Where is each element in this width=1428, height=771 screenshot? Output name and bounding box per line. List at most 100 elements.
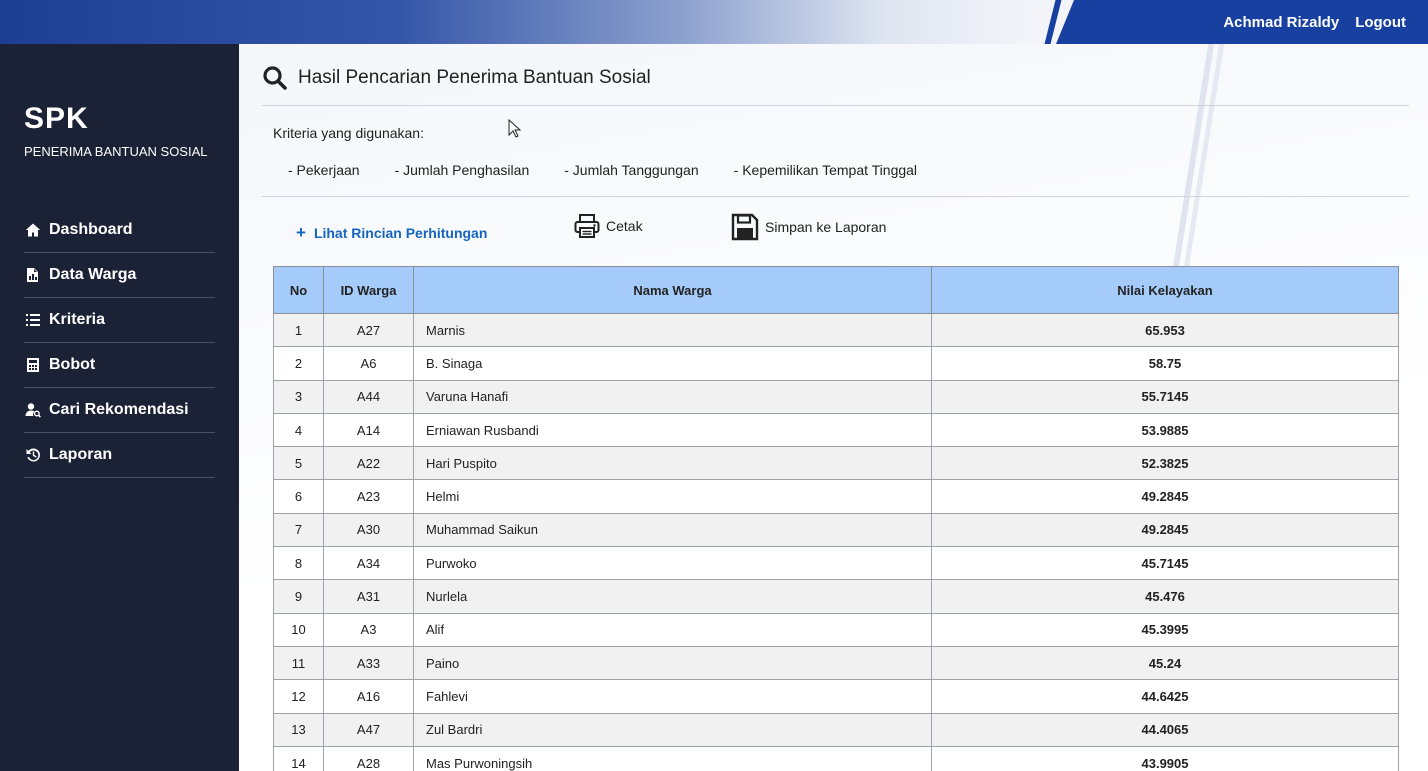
row-name-cell: Paino — [413, 645, 932, 681]
row-id-cell: A28 — [323, 745, 414, 771]
logout-link[interactable]: Logout — [1355, 14, 1406, 31]
criteria-item: - Jumlah Penghasilan — [394, 162, 530, 178]
column-header-no[interactable]: No — [273, 266, 324, 314]
row-no-cell: 2 — [273, 346, 324, 381]
row-name-cell: Muhammad Saikun — [413, 512, 932, 548]
row-score-cell: 49.2845 — [931, 479, 1399, 514]
row-id-cell: A6 — [323, 346, 414, 381]
sidebar-item-dashboard[interactable]: Dashboard — [24, 208, 215, 253]
row-name-cell: B. Sinaga — [413, 346, 932, 381]
row-score-cell: 45.7145 — [931, 546, 1399, 581]
table-row: 14 A28 Mas Purwoningsih 43.9905 — [273, 745, 1399, 771]
sidebar-item-kriteria[interactable]: Kriteria — [24, 298, 215, 343]
save-to-report-button[interactable]: Simpan ke Laporan — [731, 213, 886, 241]
row-no-cell: 8 — [273, 546, 324, 581]
calculator-icon — [24, 356, 42, 374]
row-name-cell: Alif — [413, 612, 932, 647]
table-row: 7 A30 Muhammad Saikun 49.2845 — [273, 512, 1399, 548]
table-row: 6 A23 Helmi 49.2845 — [273, 479, 1399, 514]
history-icon — [24, 446, 42, 464]
mouse-cursor-icon — [508, 119, 522, 138]
sidebar: SPK PENERIMA BANTUAN SOSIAL Dashboard Da… — [0, 44, 239, 771]
row-id-cell: A34 — [323, 546, 414, 581]
table-row: 10 A3 Alif 45.3995 — [273, 612, 1399, 647]
top-bar: Achmad Rizaldy Logout — [0, 0, 1428, 44]
row-no-cell: 6 — [273, 479, 324, 514]
row-no-cell: 14 — [273, 745, 324, 771]
table-row: 5 A22 Hari Puspito 52.3825 — [273, 446, 1399, 481]
table-header-row: No ID Warga Nama Warga Nilai Kelayakan — [273, 266, 1399, 314]
row-id-cell: A14 — [323, 412, 414, 448]
row-no-cell: 4 — [273, 412, 324, 448]
table-row: 1 A27 Marnis 65.953 — [273, 312, 1399, 348]
row-score-cell: 45.24 — [931, 645, 1399, 681]
table-row: 2 A6 B. Sinaga 58.75 — [273, 346, 1399, 381]
document-chart-icon — [24, 266, 42, 284]
row-score-cell: 58.75 — [931, 346, 1399, 381]
printer-icon — [574, 214, 600, 238]
row-name-cell: Hari Puspito — [413, 446, 932, 481]
results-table: No ID Warga Nama Warga Nilai Kelayakan 1… — [273, 266, 1399, 771]
page-header: Hasil Pencarian Penerima Bantuan Sosial — [262, 64, 1409, 106]
column-header-id-warga[interactable]: ID Warga — [323, 266, 414, 314]
view-calculation-details-link[interactable]: + Lihat Rincian Perhitungan — [296, 223, 487, 243]
row-no-cell: 10 — [273, 612, 324, 647]
table-row: 12 A16 Fahlevi 44.6425 — [273, 679, 1399, 714]
column-header-nama-warga[interactable]: Nama Warga — [413, 266, 932, 314]
user-search-icon — [24, 401, 42, 419]
row-name-cell: Varuna Hanafi — [413, 379, 932, 414]
brand-subtitle: PENERIMA BANTUAN SOSIAL — [24, 144, 208, 159]
table-body: 1 A27 Marnis 65.953 2 A6 B. Sinaga 58.75 3 A44 Var… — [273, 312, 1399, 771]
row-name-cell: Marnis — [413, 312, 932, 348]
row-id-cell: A33 — [323, 645, 414, 681]
row-score-cell: 45.476 — [931, 579, 1399, 614]
column-header-nilai-kelayakan[interactable]: Nilai Kelayakan — [931, 266, 1399, 314]
row-id-cell: A47 — [323, 712, 414, 747]
criteria-list: - Pekerjaan - Jumlah Penghasilan - Jumla… — [288, 162, 952, 178]
table-row: 3 A44 Varuna Hanafi 55.7145 — [273, 379, 1399, 414]
row-score-cell: 52.3825 — [931, 446, 1399, 481]
results-table-wrapper: No ID Warga Nama Warga Nilai Kelayakan 1… — [273, 266, 1399, 771]
sidebar-item-bobot[interactable]: Bobot — [24, 343, 215, 388]
view-calculation-details-label: Lihat Rincian Perhitungan — [313, 225, 488, 241]
user-area: Achmad Rizaldy Logout — [1223, 0, 1406, 44]
brand-title: SPK — [24, 102, 89, 135]
sidebar-item-cari-rekomendasi[interactable]: Cari Rekomendasi — [24, 388, 215, 433]
row-no-cell: 9 — [273, 579, 324, 614]
sidebar-item-laporan[interactable]: Laporan — [24, 433, 215, 478]
sidebar-item-label: Cari Rekomendasi — [49, 401, 189, 418]
row-id-cell: A16 — [323, 679, 414, 714]
row-name-cell: Fahlevi — [413, 679, 932, 714]
row-id-cell: A23 — [323, 479, 414, 514]
row-id-cell: A44 — [323, 379, 414, 414]
row-id-cell: A27 — [323, 312, 414, 348]
row-score-cell: 49.2845 — [931, 512, 1399, 548]
row-name-cell: Zul Bardri — [413, 712, 932, 747]
row-no-cell: 5 — [273, 446, 324, 481]
user-name-link[interactable]: Achmad Rizaldy — [1223, 14, 1339, 31]
row-name-cell: Nurlela — [413, 579, 932, 614]
row-id-cell: A22 — [323, 446, 414, 481]
print-button[interactable]: Cetak — [574, 214, 643, 238]
row-no-cell: 1 — [273, 312, 324, 348]
row-score-cell: 45.3995 — [931, 612, 1399, 647]
save-to-report-label: Simpan ke Laporan — [765, 219, 887, 235]
plus-icon: + — [296, 223, 306, 242]
row-score-cell: 65.953 — [931, 312, 1399, 348]
row-name-cell: Helmi — [413, 479, 932, 514]
row-score-cell: 53.9885 — [931, 412, 1399, 448]
row-score-cell: 55.7145 — [931, 379, 1399, 414]
row-no-cell: 12 — [273, 679, 324, 714]
row-id-cell: A30 — [323, 512, 414, 548]
row-no-cell: 3 — [273, 379, 324, 414]
row-id-cell: A3 — [323, 612, 414, 647]
row-score-cell: 44.4065 — [931, 712, 1399, 747]
sidebar-item-data-warga[interactable]: Data Warga — [24, 253, 215, 298]
home-icon — [24, 221, 42, 239]
row-id-cell: A31 — [323, 579, 414, 614]
sidebar-item-label: Data Warga — [49, 266, 137, 283]
sidebar-item-label: Dashboard — [49, 221, 133, 238]
brand: SPK PENERIMA BANTUAN SOSIAL — [24, 102, 208, 159]
save-icon — [731, 213, 759, 241]
table-row: 13 A47 Zul Bardri 44.4065 — [273, 712, 1399, 747]
